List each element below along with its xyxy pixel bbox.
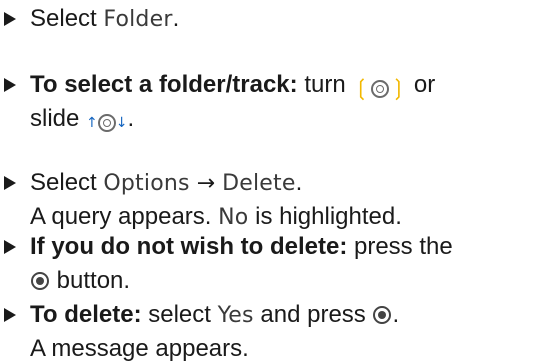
menu-path-arrow: → <box>189 171 223 196</box>
instruction-text: slide <box>30 105 87 132</box>
condition-label: To select a folder/track: <box>30 71 298 98</box>
bullet-triangle-icon <box>4 308 16 322</box>
display-term: Delete <box>222 171 296 196</box>
instruction-text: and press <box>253 301 373 328</box>
turn-left-mark: ❲ <box>352 75 371 101</box>
controller-ring <box>370 79 389 98</box>
instruction-text: press the <box>347 233 453 260</box>
step-line: If you do not wish to delete: press the <box>30 232 453 262</box>
bullet-triangle-icon <box>4 12 16 26</box>
slide-up-arrow: ↑ <box>86 114 98 131</box>
slide-down-arrow: ↓ <box>115 114 128 131</box>
instruction-text: or <box>407 71 436 98</box>
instruction-text: button. <box>50 267 131 294</box>
instruction-text: . <box>172 5 180 32</box>
step-line: To select a folder/track: turn ❲ ❳ or <box>30 70 436 101</box>
step-line: A message appears. <box>30 334 249 364</box>
display-term: Yes <box>217 303 254 328</box>
press-controller-icon <box>372 305 392 325</box>
step-line: A query appears. No is highlighted. <box>30 202 402 232</box>
bullet-triangle-icon <box>4 78 16 92</box>
instruction-text: turn <box>297 71 353 98</box>
instruction-text: . <box>127 105 135 132</box>
instruction-text: Select <box>30 5 104 32</box>
step-line: To delete: select Yes and press . <box>30 300 399 330</box>
instruction-text: A message appears. <box>30 335 249 362</box>
step-line: slide ↑ ↓. <box>30 104 134 134</box>
instruction-text: A query appears. <box>30 203 219 230</box>
instruction-text: . <box>295 169 303 196</box>
condition-label: If you do not wish to delete: <box>30 233 348 260</box>
slide-controller-icon: ↑ ↓ <box>86 107 128 132</box>
instruction-text: select <box>141 301 218 328</box>
turn-right-mark: ❳ <box>388 75 408 101</box>
turn-controller-icon: ❲ ❳ <box>352 73 407 101</box>
step-line: Select Options → Delete. <box>30 168 302 198</box>
press-controller-icon <box>30 271 50 291</box>
instruction-text: Select <box>30 169 104 196</box>
display-term: Folder <box>103 7 173 32</box>
instruction-list: Select Folder. To select a folder/track: … <box>0 0 536 364</box>
display-term: Options <box>103 171 190 196</box>
bullet-triangle-icon <box>4 176 16 190</box>
condition-label: To delete: <box>30 301 142 328</box>
bullet-triangle-icon <box>4 240 16 254</box>
display-term: No <box>218 205 249 230</box>
step-line: Select Folder. <box>30 4 179 34</box>
instruction-text: is highlighted. <box>248 203 402 230</box>
step-line: button. <box>30 266 130 296</box>
controller-ring <box>97 113 116 132</box>
instruction-text: . <box>392 301 400 328</box>
